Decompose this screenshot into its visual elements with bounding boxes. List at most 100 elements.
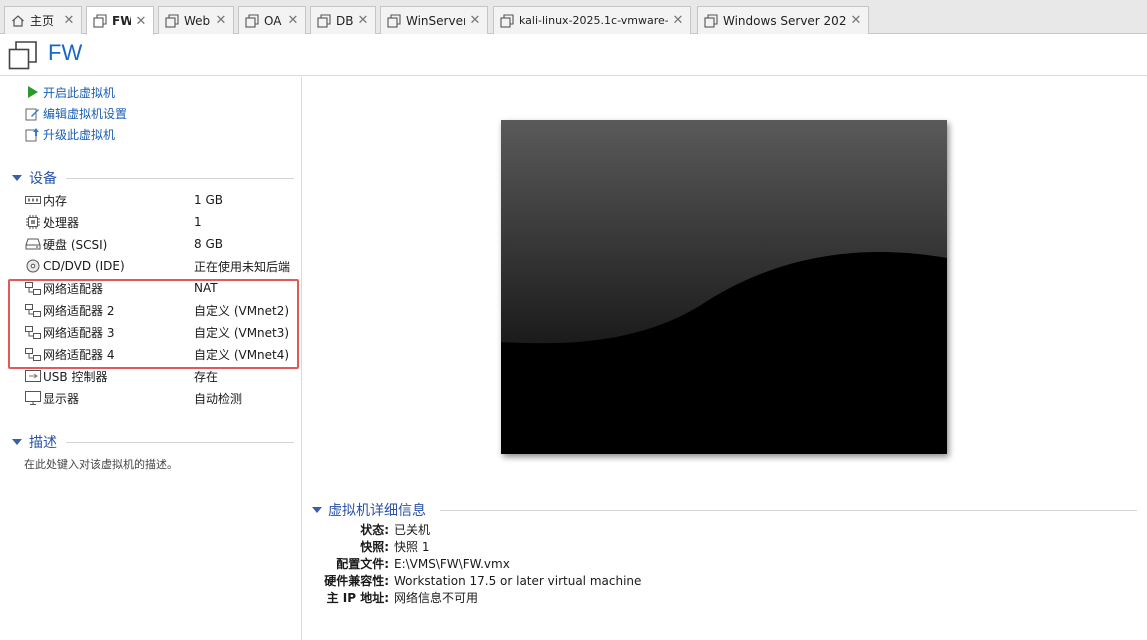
tab-bar: 主页 ✕ FW ✕ Web ✕ OA ✕ DB ✕ WinServer ✕ ka…	[0, 0, 1147, 35]
device-row-cpu[interactable]: 处理器 1	[24, 212, 296, 232]
edit-vm-settings-link[interactable]: 编辑虚拟机设置	[24, 104, 127, 122]
device-name: CD/DVD (IDE)	[43, 259, 125, 273]
upgrade-vm-link[interactable]: 升级此虚拟机	[24, 125, 115, 143]
device-name: 处理器	[43, 215, 80, 230]
close-icon[interactable]: ✕	[215, 13, 227, 28]
device-value: 自动检测	[194, 391, 243, 406]
action-label: 升级此虚拟机	[43, 127, 116, 142]
memory-icon	[24, 193, 41, 207]
description-section-header[interactable]: 描述	[10, 433, 57, 451]
action-label: 开启此虚拟机	[43, 85, 116, 100]
description-input[interactable]: 在此处键入对该虚拟机的描述。	[24, 456, 178, 472]
tab-web[interactable]: Web ✕	[158, 6, 234, 34]
tab-winserver[interactable]: WinServer ✕	[380, 6, 488, 34]
close-icon[interactable]: ✕	[357, 13, 369, 28]
close-icon[interactable]: ✕	[63, 13, 75, 28]
vm-icon	[387, 13, 401, 28]
detail-key: 硬件兼容性:	[324, 574, 389, 588]
tab-home[interactable]: 主页 ✕	[4, 6, 82, 34]
detail-value: Workstation 17.5 or later virtual machin…	[394, 573, 642, 588]
network-adapters-highlight	[8, 279, 299, 369]
tab-label: 主页	[30, 14, 55, 28]
detail-row-hardware-compat: 硬件兼容性: Workstation 17.5 or later virtual…	[312, 572, 812, 589]
device-value: 正在使用未知后端	[194, 259, 291, 274]
detail-value: 快照 1	[394, 540, 430, 554]
display-icon	[24, 391, 41, 405]
device-row-usb-controller[interactable]: USB 控制器 存在	[24, 366, 296, 386]
action-label: 编辑虚拟机设置	[43, 106, 128, 121]
cpu-icon	[24, 215, 41, 229]
vm-icon	[245, 13, 259, 28]
vm-large-icon	[8, 40, 38, 70]
tab-label: WinServer	[406, 13, 465, 28]
device-name: 显示器	[43, 391, 80, 406]
vm-header: FW	[0, 34, 1147, 76]
tab-oa[interactable]: OA ✕	[238, 6, 306, 34]
vm-icon	[93, 14, 107, 28]
device-row-display[interactable]: 显示器 自动检测	[24, 388, 296, 408]
devices-section-header[interactable]: 设备	[10, 169, 57, 187]
detail-value: E:\VMS\FW\FW.vmx	[394, 556, 510, 571]
collapse-triangle-icon	[12, 439, 22, 445]
edit-settings-icon	[24, 105, 40, 121]
divider	[440, 510, 1137, 511]
detail-row-config-file: 配置文件: E:\VMS\FW\FW.vmx	[312, 555, 812, 572]
tab-fw[interactable]: FW ✕	[86, 6, 154, 35]
detail-key: 状态:	[360, 523, 389, 537]
power-on-vm-link[interactable]: 开启此虚拟机	[24, 83, 115, 101]
close-icon[interactable]: ✕	[135, 14, 147, 29]
tab-kali-linux[interactable]: kali-linux-2025.1c-vmware-am... ✕	[493, 6, 691, 34]
detail-key: 主 IP 地址:	[326, 591, 389, 605]
device-value: 8 GB	[194, 237, 223, 251]
tab-db[interactable]: DB ✕	[310, 6, 376, 34]
divider	[66, 178, 294, 179]
harddisk-icon	[24, 237, 41, 251]
detail-row-snapshot: 快照: 快照 1	[312, 538, 812, 555]
device-row-cd-dvd[interactable]: CD/DVD (IDE) 正在使用未知后端	[24, 256, 296, 276]
divider	[66, 442, 294, 443]
section-title: 描述	[29, 435, 57, 451]
play-icon	[24, 84, 40, 100]
usb-icon	[24, 369, 41, 383]
detail-row-state: 状态: 已关机	[312, 521, 812, 538]
close-icon[interactable]: ✕	[672, 13, 684, 28]
detail-key: 配置文件:	[336, 557, 389, 571]
vm-details-section-header[interactable]: 虚拟机详细信息	[312, 501, 426, 519]
vm-screen-preview[interactable]	[501, 120, 947, 454]
tab-label: OA	[264, 13, 282, 28]
tab-label: Web	[184, 13, 211, 28]
detail-row-ip-address: 主 IP 地址: 网络信息不可用	[312, 589, 812, 606]
device-value: 存在	[194, 369, 219, 384]
tab-label: FW	[112, 14, 131, 28]
device-row-memory[interactable]: 内存 1 GB	[24, 190, 296, 210]
vm-icon	[165, 13, 179, 28]
device-name: 内存	[43, 193, 68, 208]
close-icon[interactable]: ✕	[287, 13, 299, 28]
tab-windows-server-2022[interactable]: Windows Server 2022 ✕	[697, 6, 869, 34]
tab-label: DB	[336, 13, 353, 28]
cd-dvd-icon	[24, 259, 41, 273]
device-value: 1 GB	[194, 193, 223, 207]
collapse-triangle-icon	[312, 507, 322, 513]
section-title: 虚拟机详细信息	[328, 503, 426, 519]
upgrade-icon	[24, 126, 40, 142]
device-name: 硬盘 (SCSI)	[43, 237, 108, 252]
vm-icon	[500, 13, 514, 28]
tab-label: kali-linux-2025.1c-vmware-am...	[519, 14, 668, 27]
home-icon	[11, 14, 25, 28]
tab-label: Windows Server 2022	[723, 13, 846, 28]
section-title: 设备	[29, 171, 57, 187]
vm-icon	[317, 13, 331, 28]
page-title: FW	[48, 40, 83, 65]
detail-value: 已关机	[394, 523, 431, 537]
close-icon[interactable]: ✕	[850, 13, 862, 28]
collapse-triangle-icon	[12, 175, 22, 181]
detail-key: 快照:	[360, 540, 389, 554]
vm-preview-gloss	[501, 120, 947, 454]
detail-value: 网络信息不可用	[394, 591, 479, 605]
vm-icon	[704, 13, 718, 28]
device-value: 1	[194, 215, 202, 229]
device-name: USB 控制器	[43, 369, 108, 384]
device-row-harddisk[interactable]: 硬盘 (SCSI) 8 GB	[24, 234, 296, 254]
close-icon[interactable]: ✕	[469, 13, 481, 28]
